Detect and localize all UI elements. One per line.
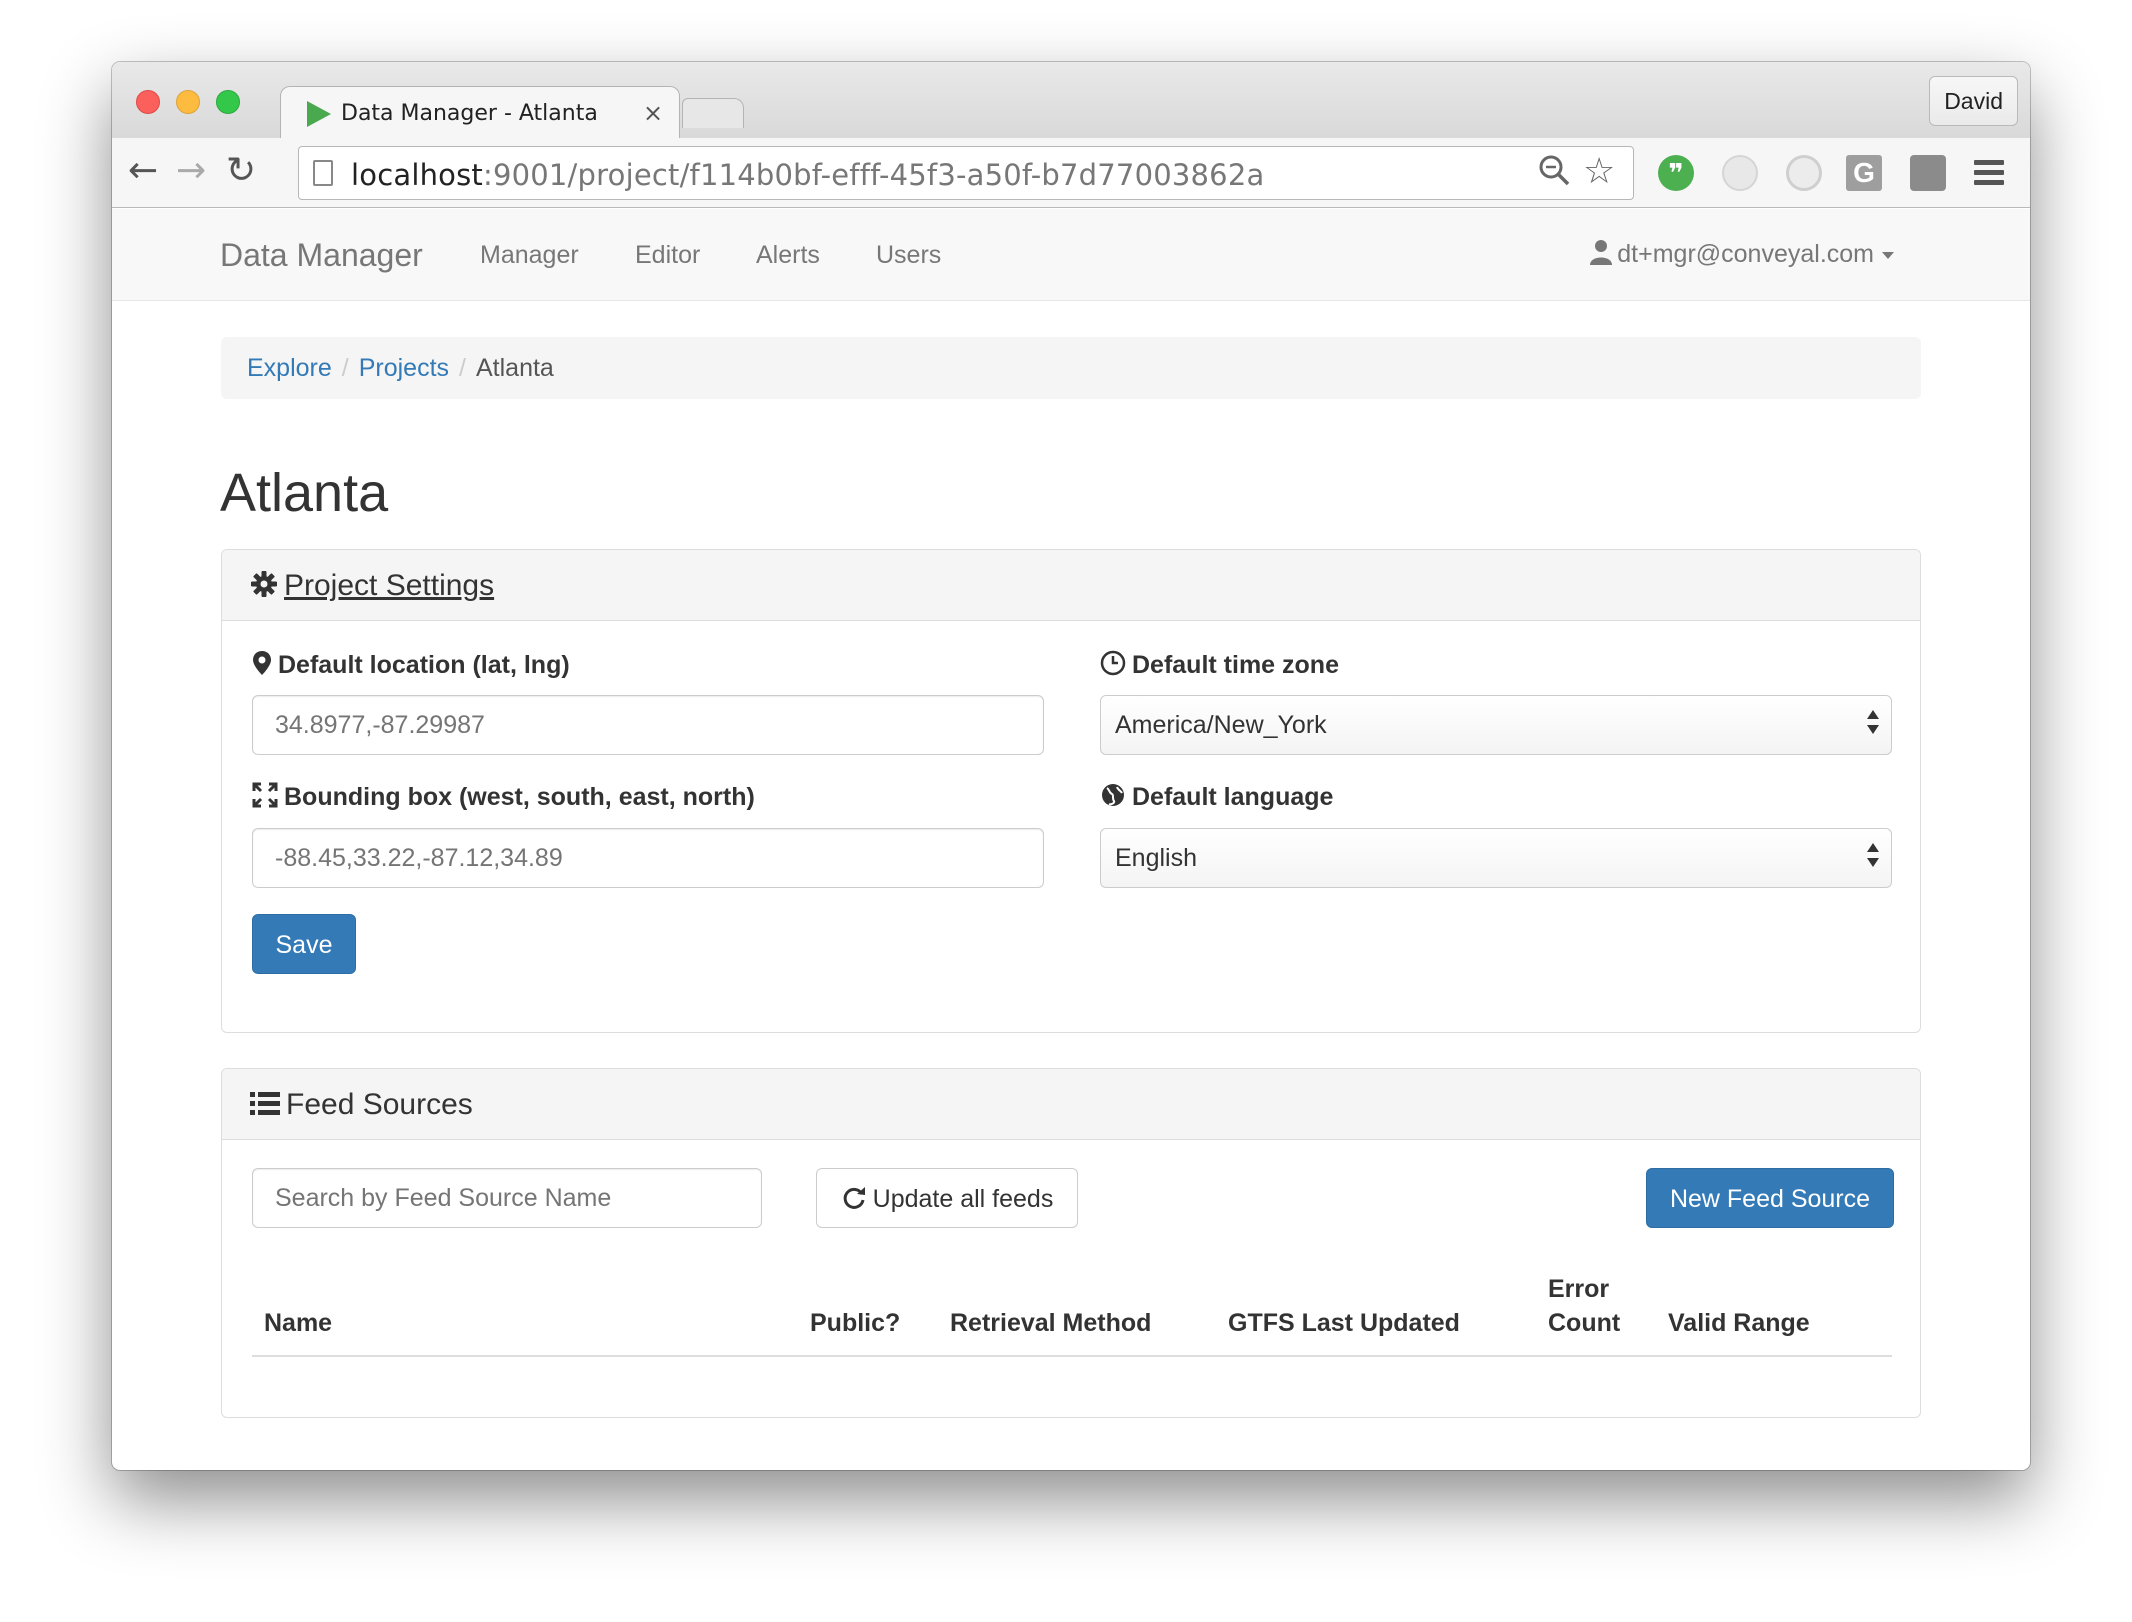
bbox-label-text: Bounding box (west, south, east, north): [284, 783, 755, 811]
feed-sources-panel: Feed Sources Update all feeds New Feed S…: [221, 1068, 1921, 1418]
bbox-label: Bounding box (west, south, east, north): [252, 782, 755, 812]
zoom-search-icon[interactable]: [1537, 153, 1571, 195]
extension-icon[interactable]: [1786, 155, 1822, 191]
user-menu[interactable]: dt+mgr@conveyal.com: [1589, 239, 1894, 269]
user-icon: [1590, 240, 1613, 265]
grammarly-extension-icon[interactable]: G: [1846, 155, 1882, 191]
breadcrumb-separator: /: [459, 354, 466, 382]
column-header-name[interactable]: Name: [264, 1306, 332, 1340]
map-marker-icon: [253, 651, 271, 675]
column-header-retrieval-method[interactable]: Retrieval Method: [950, 1306, 1151, 1340]
browser-tab-active[interactable]: Data Manager - Atlanta ×: [280, 86, 680, 140]
breadcrumb-explore[interactable]: Explore: [247, 354, 332, 382]
app-navbar: Data Manager Manager Editor Alerts Users…: [112, 209, 2030, 301]
globe-icon: [1102, 784, 1124, 806]
url-path: :9001/project/f114b0bf-efff-45f3-a50f-b7…: [482, 158, 1265, 192]
timezone-selected-value: America/New_York: [1115, 711, 1327, 739]
nav-link-alerts[interactable]: Alerts: [756, 241, 820, 270]
caret-down-icon: [1882, 251, 1894, 259]
timezone-select[interactable]: America/New_York: [1100, 695, 1892, 755]
select-arrows-icon: [1867, 843, 1879, 867]
location-label: Default location (lat, lng): [252, 650, 570, 680]
maximize-window-button[interactable]: [216, 90, 240, 114]
feed-search-input[interactable]: [252, 1168, 762, 1228]
refresh-icon: [843, 1187, 865, 1209]
reload-icon[interactable]: ↻: [226, 150, 256, 191]
extension-icon[interactable]: [1910, 155, 1946, 191]
bbox-input[interactable]: [252, 828, 1044, 888]
new-feed-source-button[interactable]: New Feed Source: [1646, 1168, 1894, 1228]
bookmark-star-icon[interactable]: ☆: [1583, 151, 1615, 192]
browser-menu-icon[interactable]: [1974, 160, 2004, 190]
url-text[interactable]: localhost:9001/project/f114b0bf-efff-45f…: [351, 158, 1264, 192]
breadcrumb-projects[interactable]: Projects: [359, 354, 449, 382]
tab-close-icon[interactable]: ×: [643, 99, 663, 127]
update-all-feeds-label: Update all feeds: [872, 1185, 1054, 1213]
breadcrumb-current: Atlanta: [475, 354, 554, 382]
select-arrows-icon: [1867, 710, 1879, 734]
column-header-public[interactable]: Public?: [810, 1306, 900, 1340]
error-count-line-1: Error: [1548, 1275, 1610, 1303]
close-window-button[interactable]: [136, 90, 160, 114]
language-label: Default language: [1100, 782, 1333, 812]
save-button[interactable]: Save: [252, 914, 356, 974]
language-label-text: Default language: [1132, 783, 1334, 811]
browser-titlebar: Data Manager - Atlanta × David: [112, 62, 2030, 140]
hangouts-extension-icon[interactable]: ❞: [1658, 155, 1694, 191]
tab-title: Data Manager - Atlanta: [341, 101, 598, 126]
fullscreen-icon: [252, 782, 278, 808]
breadcrumb-separator: /: [341, 354, 349, 382]
address-bar[interactable]: localhost:9001/project/f114b0bf-efff-45f…: [298, 146, 1634, 200]
gear-icon: [251, 571, 277, 597]
language-selected-value: English: [1115, 844, 1197, 872]
column-header-error-count[interactable]: Error Count: [1548, 1272, 1620, 1340]
url-host: localhost: [351, 158, 483, 192]
project-settings-heading: Project Settings: [222, 550, 1920, 621]
extension-icon[interactable]: [1722, 155, 1758, 191]
update-all-feeds-button[interactable]: Update all feeds: [816, 1168, 1078, 1228]
timezone-label: Default time zone: [1100, 650, 1339, 680]
clock-icon: [1100, 650, 1126, 676]
profile-button[interactable]: David: [1929, 76, 2018, 126]
nav-link-users[interactable]: Users: [876, 241, 941, 270]
feed-sources-heading: Feed Sources: [222, 1069, 1920, 1140]
minimize-window-button[interactable]: [176, 90, 200, 114]
nav-link-manager[interactable]: Manager: [480, 241, 579, 270]
timezone-label-text: Default time zone: [1132, 651, 1339, 679]
browser-window: Data Manager - Atlanta × David ← → ↻ loc…: [112, 62, 2030, 1470]
column-header-gtfs-last-updated[interactable]: GTFS Last Updated: [1228, 1306, 1460, 1340]
new-tab-button[interactable]: [682, 98, 744, 128]
breadcrumb: Explore / Projects / Atlanta: [221, 337, 1921, 399]
nav-link-editor[interactable]: Editor: [635, 241, 700, 270]
browser-toolbar: ← → ↻ localhost:9001/project/f114b0bf-ef…: [112, 138, 2030, 208]
error-count-line-2: Count: [1548, 1309, 1621, 1337]
back-arrow-icon[interactable]: ←: [128, 150, 158, 191]
project-settings-panel: Project Settings Default location (lat, …: [221, 549, 1921, 1033]
language-select[interactable]: English: [1100, 828, 1892, 888]
page-title: Atlanta: [220, 463, 389, 523]
location-label-text: Default location (lat, lng): [278, 651, 570, 679]
list-icon: [250, 1092, 280, 1115]
project-settings-toggle[interactable]: Project Settings: [284, 569, 494, 602]
forward-arrow-icon[interactable]: →: [176, 150, 206, 191]
table-header-divider: [252, 1355, 1892, 1357]
location-input[interactable]: [252, 695, 1044, 755]
brand-link[interactable]: Data Manager: [220, 237, 423, 274]
user-email: dt+mgr@conveyal.com: [1617, 240, 1874, 268]
column-header-valid-range[interactable]: Valid Range: [1668, 1306, 1810, 1340]
feed-sources-title: Feed Sources: [286, 1088, 473, 1121]
page-icon: [313, 160, 333, 186]
app-favicon-icon: [307, 101, 331, 127]
